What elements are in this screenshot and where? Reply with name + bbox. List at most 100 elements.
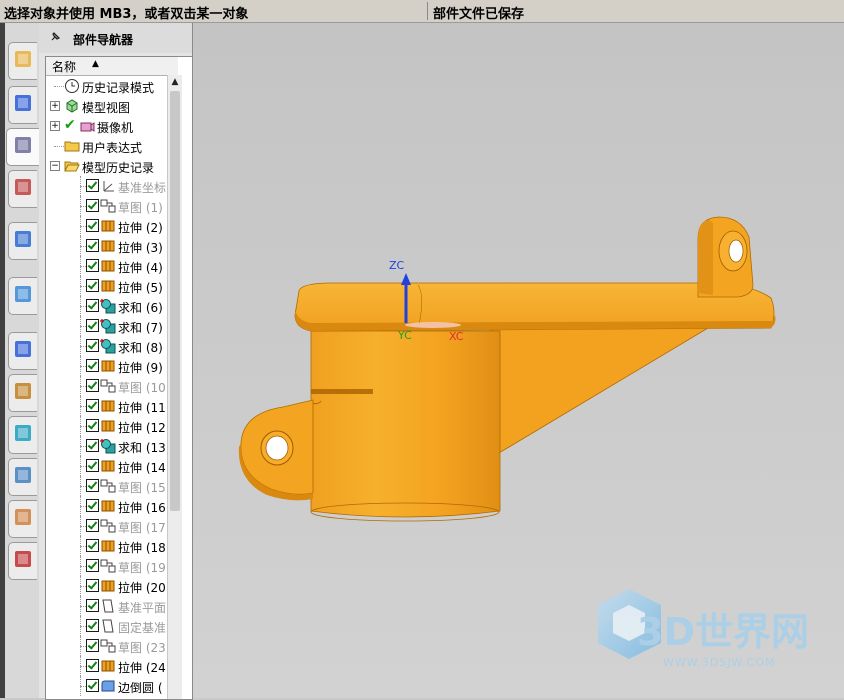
feature-row[interactable]: 基准平面 — [46, 596, 167, 616]
feature-checkbox[interactable] — [86, 239, 99, 252]
resource-tab-history[interactable] — [8, 332, 37, 370]
resource-tab-roles[interactable] — [8, 500, 37, 538]
feature-checkbox[interactable] — [86, 379, 99, 392]
status-message: 部件文件已保存 — [433, 7, 525, 22]
clevis-ear — [697, 216, 754, 298]
feature-row[interactable]: 拉伸 (12 — [46, 416, 167, 436]
feature-row[interactable]: 草图 (1) — [46, 196, 167, 216]
feature-row[interactable]: 拉伸 (20 — [46, 576, 167, 596]
resource-tab-assembly-navigator[interactable] — [8, 42, 37, 80]
feature-row[interactable]: 拉伸 (14 — [46, 456, 167, 476]
feature-checkbox[interactable] — [86, 219, 99, 232]
resource-tab-process-navigator[interactable] — [8, 458, 37, 496]
feature-checkbox[interactable] — [86, 199, 99, 212]
feature-checkbox[interactable] — [86, 399, 99, 412]
feature-row[interactable]: 拉伸 (18 — [46, 536, 167, 556]
tree-node[interactable]: 历史记录模式 — [46, 76, 167, 96]
pin-icon[interactable] — [49, 31, 61, 46]
feature-checkbox[interactable] — [86, 539, 99, 552]
feature-row[interactable]: 拉伸 (4) — [46, 256, 167, 276]
feature-checkbox[interactable] — [86, 619, 99, 632]
navigator-title: 部件导航器 — [73, 33, 134, 47]
feature-checkbox[interactable] — [86, 279, 99, 292]
feature-checkbox[interactable] — [86, 679, 99, 692]
feature-checkbox[interactable] — [86, 419, 99, 432]
column-header-label: 名称 — [52, 60, 77, 74]
feature-label: 草图 (15 — [118, 481, 166, 495]
resource-tab-visualization[interactable] — [8, 416, 37, 454]
navigator-title-bar: 部件导航器 — [39, 23, 192, 53]
history-icon — [12, 338, 34, 364]
tree-node-label: 模型历史记录 — [82, 161, 155, 175]
feature-label: 草图 (17 — [118, 521, 166, 535]
expand-toggle[interactable]: + — [50, 101, 60, 111]
clock-icon — [64, 78, 80, 94]
feature-row[interactable]: 拉伸 (2) — [46, 216, 167, 236]
feature-label: 草图 (10 — [118, 381, 166, 395]
graphics-window[interactable]: ZC YC XC 3D世界网 WWW.3DSJW.COM — [193, 23, 844, 698]
scroll-up-arrow-icon[interactable]: ▲ — [168, 77, 182, 89]
visible-check-icon[interactable]: ✔ — [64, 117, 76, 133]
feature-checkbox[interactable] — [86, 359, 99, 372]
resource-tab-reuse-library[interactable] — [8, 170, 37, 208]
resource-tab-system-materials[interactable] — [8, 374, 37, 412]
resource-tab-internet-explorer[interactable] — [8, 222, 37, 260]
camera-icon — [79, 118, 95, 134]
feature-checkbox[interactable] — [86, 439, 99, 452]
feature-row[interactable]: 草图 (23 — [46, 636, 167, 656]
tree-node[interactable]: 用户表达式 — [46, 136, 167, 156]
model-render[interactable]: ZC YC XC 3D世界网 WWW.3DSJW.COM — [193, 23, 844, 698]
feature-checkbox[interactable] — [86, 179, 99, 192]
feature-label: 拉伸 (12 — [118, 421, 166, 435]
gusset-rib — [489, 324, 715, 455]
feature-row[interactable]: 草图 (15 — [46, 476, 167, 496]
feature-checkbox[interactable] — [86, 459, 99, 472]
resource-tab-constraint-navigator[interactable] — [8, 86, 37, 124]
zc-axis-label: ZC — [389, 259, 405, 272]
feature-row[interactable]: 固定基准 — [46, 616, 167, 636]
tree-node[interactable]: − 模型历史记录 — [46, 156, 167, 176]
feature-row[interactable]: 求和 (6) — [46, 296, 167, 316]
feature-row[interactable]: 基准坐标 — [46, 176, 167, 196]
feature-checkbox[interactable] — [86, 499, 99, 512]
feature-row[interactable]: 拉伸 (16 — [46, 496, 167, 516]
feature-label: 拉伸 (14 — [118, 461, 166, 475]
feature-checkbox[interactable] — [86, 639, 99, 652]
feature-row[interactable]: 草图 (10 — [46, 376, 167, 396]
feature-row[interactable]: 草图 (19 — [46, 556, 167, 576]
feature-row[interactable]: 草图 (17 — [46, 516, 167, 536]
feature-checkbox[interactable] — [86, 259, 99, 272]
feature-checkbox[interactable] — [86, 519, 99, 532]
feature-checkbox[interactable] — [86, 479, 99, 492]
scroll-thumb[interactable] — [170, 91, 180, 511]
feature-checkbox[interactable] — [86, 319, 99, 332]
navigator-tree[interactable]: 名称 ▲ 历史记录模式 + 模型视图 + ✔ 摄像机 用户表达式 − 模型历史记录 基准坐标 草图 … — [45, 56, 193, 700]
feature-row[interactable]: 边倒圆 ( — [46, 676, 167, 696]
feature-row[interactable]: 拉伸 (3) — [46, 236, 167, 256]
resource-tab-part-navigator[interactable] — [6, 128, 39, 166]
column-header-name[interactable]: 名称 ▲ — [46, 57, 178, 76]
feature-checkbox[interactable] — [86, 579, 99, 592]
tree-scrollbar[interactable]: ▲ — [167, 75, 182, 699]
feature-row[interactable]: 求和 (8) — [46, 336, 167, 356]
feature-row[interactable]: 求和 (13 — [46, 436, 167, 456]
feature-row[interactable]: 拉伸 (5) — [46, 276, 167, 296]
feature-checkbox[interactable] — [86, 559, 99, 572]
feature-checkbox[interactable] — [86, 599, 99, 612]
feature-checkbox[interactable] — [86, 299, 99, 312]
expand-toggle[interactable]: + — [50, 121, 60, 131]
extrude-icon — [100, 538, 116, 554]
feature-row[interactable]: 拉伸 (11 — [46, 396, 167, 416]
feature-row[interactable]: 求和 (7) — [46, 316, 167, 336]
expand-toggle[interactable]: − — [50, 161, 60, 171]
feature-label: 基准平面 — [118, 601, 167, 615]
yc-axis-label: YC — [397, 329, 412, 342]
tree-node[interactable]: + ✔ 摄像机 — [46, 116, 167, 136]
feature-checkbox[interactable] — [86, 659, 99, 672]
feature-checkbox[interactable] — [86, 339, 99, 352]
tree-node[interactable]: + 模型视图 — [46, 96, 167, 116]
resource-tab-process-studio[interactable] — [8, 277, 37, 315]
feature-row[interactable]: 拉伸 (9) — [46, 356, 167, 376]
resource-tab-system-scene[interactable] — [8, 542, 37, 580]
feature-row[interactable]: 拉伸 (24 — [46, 656, 167, 676]
